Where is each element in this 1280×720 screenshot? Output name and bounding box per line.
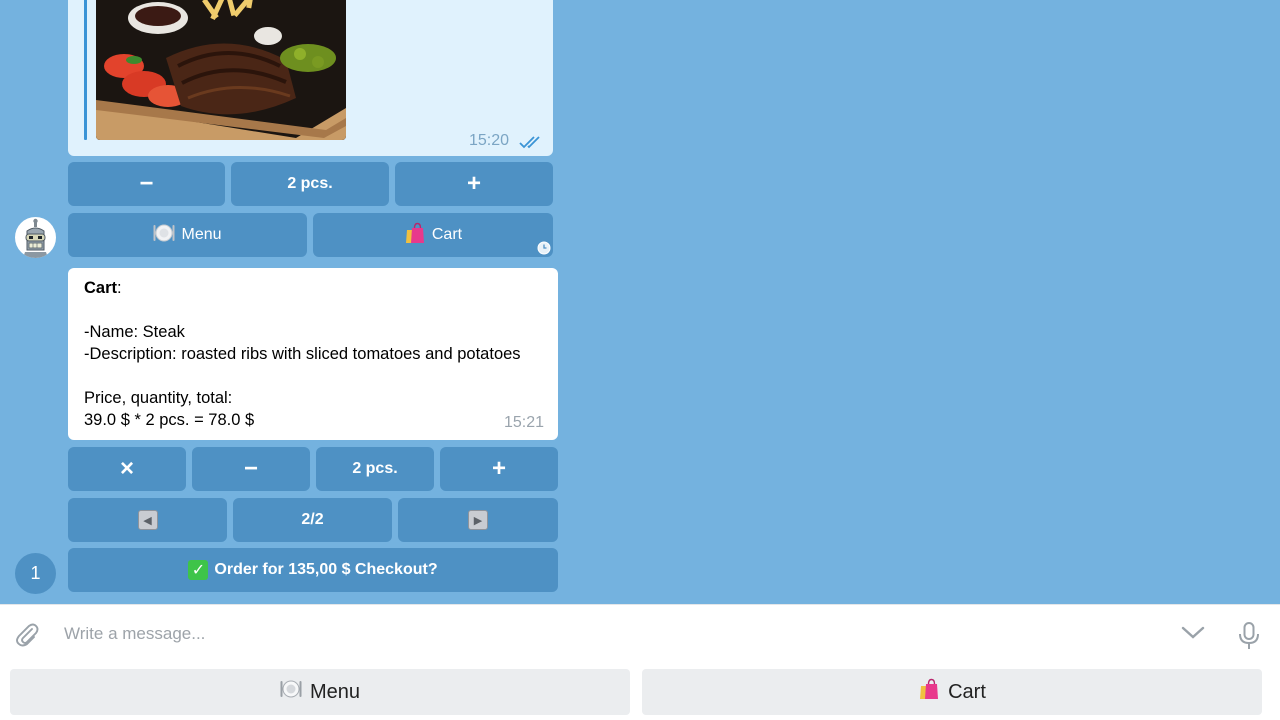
page-indicator-button[interactable]: 2/2 xyxy=(233,498,392,542)
clock-icon xyxy=(537,241,551,255)
item-description: -Description: roasted ribs with sliced t… xyxy=(84,345,521,363)
reply-menu-button[interactable]: Menu xyxy=(10,669,630,715)
quote-bar xyxy=(84,0,87,140)
message-input[interactable] xyxy=(64,618,1144,650)
quantity-button[interactable]: 2 pcs. xyxy=(316,447,434,491)
reply-menu-label: Menu xyxy=(309,680,361,703)
previous-page-button[interactable]: ◀ xyxy=(68,498,227,542)
price-calculation: 39.0 $ * 2 pcs. = 78.0 $ xyxy=(84,411,255,429)
message-time: 15:21 xyxy=(503,414,544,431)
cart-button-label: Cart xyxy=(431,226,463,243)
arrow-right-icon: ▶ xyxy=(468,510,488,530)
reply-keyboard: Menu Cart xyxy=(0,662,1280,720)
increase-quantity-button[interactable]: + xyxy=(440,447,558,491)
cart-button[interactable]: Cart xyxy=(313,213,553,257)
bot-avatar[interactable] xyxy=(15,217,56,258)
remove-item-button[interactable]: × xyxy=(68,447,186,491)
menu-button[interactable]: Menu xyxy=(68,213,307,257)
price-heading: Price, quantity, total: xyxy=(84,389,233,407)
double-check-icon xyxy=(519,135,543,149)
next-page-button[interactable]: ▶ xyxy=(398,498,558,542)
cart-message: Cart: -Name: Steak -Description: roasted… xyxy=(68,268,558,440)
message-time: 15:20 xyxy=(468,132,509,149)
reply-cart-label: Cart xyxy=(948,680,986,703)
chat-history[interactable]: 15:20 − 2 pcs. + Menu Cart Cart: -Name: … xyxy=(0,0,1280,604)
unread-count-badge[interactable]: 1 xyxy=(15,553,56,594)
decrease-quantity-button[interactable]: − xyxy=(68,162,225,206)
message-composer xyxy=(0,604,1280,662)
decrease-quantity-button[interactable]: − xyxy=(192,447,310,491)
plate-icon xyxy=(280,679,302,705)
menu-button-label: Menu xyxy=(181,226,222,243)
quantity-button[interactable]: 2 pcs. xyxy=(231,162,389,206)
arrow-left-icon: ◀ xyxy=(137,510,158,530)
cart-heading: Cart xyxy=(84,279,118,297)
checkout-button[interactable]: ✓ Order for 135,00 $ Checkout? xyxy=(68,548,558,592)
steak-photo[interactable] xyxy=(96,0,346,140)
close-icon: × xyxy=(119,455,134,482)
item-name: -Name: Steak xyxy=(84,323,185,341)
shopping-bags-icon xyxy=(404,222,426,249)
photo-message: 15:20 xyxy=(68,0,553,156)
increase-quantity-button[interactable]: + xyxy=(395,162,553,206)
attach-icon[interactable] xyxy=(13,620,41,648)
chevron-down-icon[interactable] xyxy=(1180,625,1206,641)
plate-icon xyxy=(153,223,175,248)
checkout-button-label: Order for 135,00 $ Checkout? xyxy=(214,561,438,578)
reply-cart-button[interactable]: Cart xyxy=(642,669,1262,715)
check-mark-icon: ✓ xyxy=(188,560,209,580)
shopping-bags-icon xyxy=(918,678,940,706)
microphone-icon[interactable] xyxy=(1236,621,1262,651)
